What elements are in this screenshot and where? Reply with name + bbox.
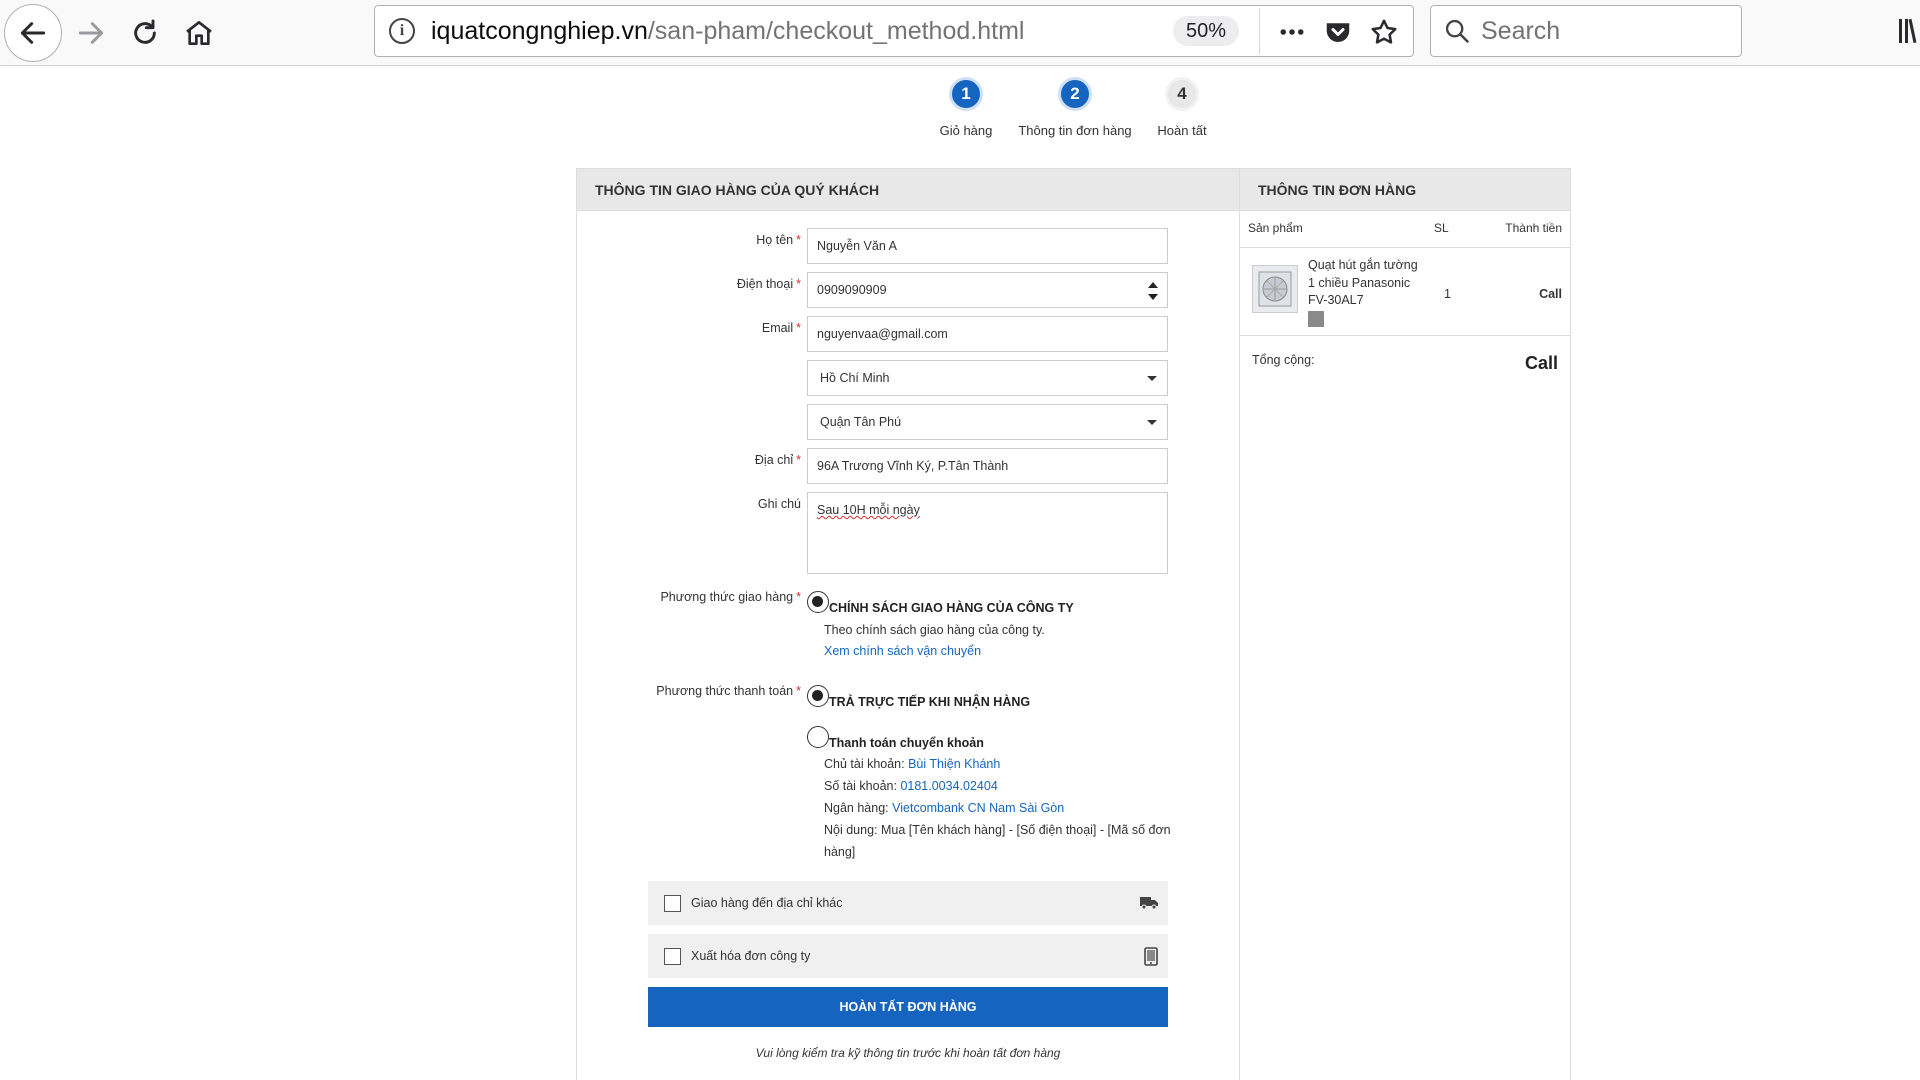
note-textarea[interactable]: Sau 10H mỗi ngày bbox=[807, 492, 1168, 574]
product-name[interactable]: Quạt hút gắn tường 1 chiều Panasonic FV-… bbox=[1308, 257, 1420, 310]
forward-button[interactable] bbox=[62, 4, 120, 62]
payment-cod-label: TRẢ TRỰC TIẾP KHI NHẬN HÀNG bbox=[829, 695, 1031, 709]
step-label: Hoàn tất bbox=[1157, 123, 1207, 138]
phone-value: 0909090909 bbox=[817, 283, 887, 297]
account-holder: Chủ tài khoản: Bùi Thiện Khánh bbox=[824, 757, 1001, 771]
info-icon[interactable]: i bbox=[389, 18, 415, 44]
address-label: Địa chỉ * bbox=[754, 453, 801, 467]
bank-name: Ngân hàng: Vietcombank CN Nam Sài Gòn bbox=[824, 801, 1065, 815]
truck-icon bbox=[1140, 897, 1158, 910]
search-icon bbox=[1445, 19, 1469, 43]
shipping-policy-link[interactable]: Xem chính sách vận chuyển bbox=[824, 644, 981, 658]
name-label: Họ tên * bbox=[756, 233, 801, 247]
product-price: Call bbox=[1539, 287, 1562, 301]
payment-transfer-label: Thanh toán chuyển khoản bbox=[829, 736, 984, 750]
home-icon bbox=[186, 21, 212, 45]
step-number: 4 bbox=[1165, 77, 1199, 111]
tablet-icon bbox=[1144, 947, 1158, 966]
star-icon[interactable] bbox=[1367, 16, 1401, 48]
transfer-content: Nội dung: Mua [Tên khách hàng] - [Số điệ… bbox=[824, 823, 1171, 837]
company-invoice-label: Xuất hóa đơn công ty bbox=[691, 949, 811, 963]
payment-cod-radio[interactable] bbox=[807, 685, 829, 707]
ship-other-label: Giao hàng đến địa chỉ khác bbox=[691, 896, 843, 910]
step-label: Giỏ hàng bbox=[939, 123, 993, 138]
step-number: 2 bbox=[1058, 77, 1092, 111]
ship-other-address-option[interactable]: Giao hàng đến địa chỉ khác bbox=[648, 881, 1168, 925]
district-value: Quận Tân Phú bbox=[820, 415, 902, 429]
company-invoice-option[interactable]: Xuất hóa đơn công ty bbox=[648, 934, 1168, 978]
note-label: Ghi chú bbox=[757, 497, 801, 511]
pocket-icon[interactable] bbox=[1321, 16, 1355, 48]
verify-note: Vui lòng kiểm tra kỹ thông tin trước khi… bbox=[755, 1046, 1061, 1060]
browser-toolbar: i iquatcongnghiep.vn/san-pham/checkout_m… bbox=[0, 0, 1920, 66]
name-field[interactable]: Nguyễn Văn A bbox=[807, 228, 1168, 264]
col-total: Thành tiền bbox=[1505, 221, 1562, 235]
complete-order-button[interactable]: HOÀN TẤT ĐƠN HÀNG bbox=[648, 987, 1168, 1027]
shipping-form-panel: THÔNG TIN GIAO HÀNG CỦA QUÝ KHÁCH Họ tên… bbox=[576, 168, 1240, 1080]
back-arrow-icon bbox=[20, 22, 46, 44]
delivery-option-title: CHÍNH SÁCH GIAO HÀNG CỦA CÔNG TY bbox=[829, 601, 1074, 615]
more-icon[interactable] bbox=[1275, 16, 1309, 48]
number-spinner[interactable] bbox=[1147, 282, 1159, 300]
step-number: 1 bbox=[949, 77, 983, 111]
city-value: Hồ Chí Minh bbox=[820, 371, 890, 385]
color-swatch bbox=[1308, 311, 1324, 327]
library-icon[interactable] bbox=[1898, 16, 1920, 46]
forward-arrow-icon bbox=[78, 22, 104, 44]
company-invoice-checkbox[interactable] bbox=[664, 947, 681, 965]
divider bbox=[1240, 247, 1570, 248]
exhaust-fan-icon bbox=[1258, 271, 1292, 307]
step-cart: 1 Giỏ hàng bbox=[906, 77, 1026, 138]
search-bar[interactable] bbox=[1430, 5, 1742, 57]
phone-field[interactable]: 0909090909 bbox=[807, 272, 1168, 308]
divider bbox=[1240, 335, 1570, 336]
chevron-down-icon bbox=[1147, 376, 1157, 381]
total-label: Tổng cộng: bbox=[1252, 353, 1315, 367]
reload-button[interactable] bbox=[116, 4, 174, 62]
home-button[interactable] bbox=[170, 4, 228, 62]
address-field[interactable]: 96A Trương Vĩnh Ký, P.Tân Thành bbox=[807, 448, 1168, 484]
url-bar[interactable]: i iquatcongnghiep.vn/san-pham/checkout_m… bbox=[374, 5, 1414, 57]
ship-other-checkbox[interactable] bbox=[664, 894, 681, 912]
reload-icon bbox=[134, 19, 156, 44]
delivery-option-desc: Theo chính sách giao hàng của công ty. bbox=[824, 623, 1045, 637]
url-path: /san-pham/checkout_method.html bbox=[647, 16, 1025, 45]
urlbar-divider bbox=[1259, 8, 1260, 54]
step-label: Thông tin đơn hàng bbox=[1018, 123, 1132, 138]
delivery-radio[interactable] bbox=[807, 591, 829, 613]
step-complete: 4 Hoàn tất bbox=[1122, 77, 1242, 138]
payment-transfer-radio[interactable] bbox=[807, 726, 829, 748]
url-text[interactable]: iquatcongnghiep.vn/san-pham/checkout_met… bbox=[431, 17, 1024, 46]
note-value: Sau 10H mỗi ngày bbox=[817, 503, 920, 517]
email-label: Email * bbox=[761, 321, 801, 335]
order-summary-panel: THÔNG TIN ĐƠN HÀNG Sản phẩm SL Thành tiề… bbox=[1239, 168, 1571, 1080]
url-domain: iquatcongnghiep.vn bbox=[431, 16, 648, 45]
col-qty: SL bbox=[1434, 221, 1449, 235]
account-number: Số tài khoản: 0181.0034.02404 bbox=[824, 779, 998, 793]
col-product: Sản phẩm bbox=[1248, 221, 1303, 235]
step-order-info: 2 Thông tin đơn hàng bbox=[1015, 77, 1135, 138]
shipping-heading: THÔNG TIN GIAO HÀNG CỦA QUÝ KHÁCH bbox=[577, 169, 1239, 211]
transfer-content-cont: hàng] bbox=[824, 845, 856, 859]
phone-label: Điện thoại * bbox=[736, 277, 801, 291]
product-qty: 1 bbox=[1444, 287, 1451, 301]
payment-method-label: Phương thức thanh toán * bbox=[656, 684, 801, 698]
search-input[interactable] bbox=[1481, 16, 1731, 46]
delivery-method-label: Phương thức giao hàng * bbox=[660, 590, 801, 604]
zoom-indicator[interactable]: 50% bbox=[1173, 16, 1239, 46]
chevron-down-icon bbox=[1147, 420, 1157, 425]
total-value: Call bbox=[1524, 353, 1558, 373]
product-thumbnail[interactable] bbox=[1252, 265, 1298, 313]
order-heading: THÔNG TIN ĐƠN HÀNG bbox=[1240, 169, 1570, 211]
back-button[interactable] bbox=[4, 4, 62, 62]
district-select[interactable]: Quận Tân Phú bbox=[807, 404, 1168, 440]
email-field[interactable]: nguyenvaa@gmail.com bbox=[807, 316, 1168, 352]
city-select[interactable]: Hồ Chí Minh bbox=[807, 360, 1168, 396]
